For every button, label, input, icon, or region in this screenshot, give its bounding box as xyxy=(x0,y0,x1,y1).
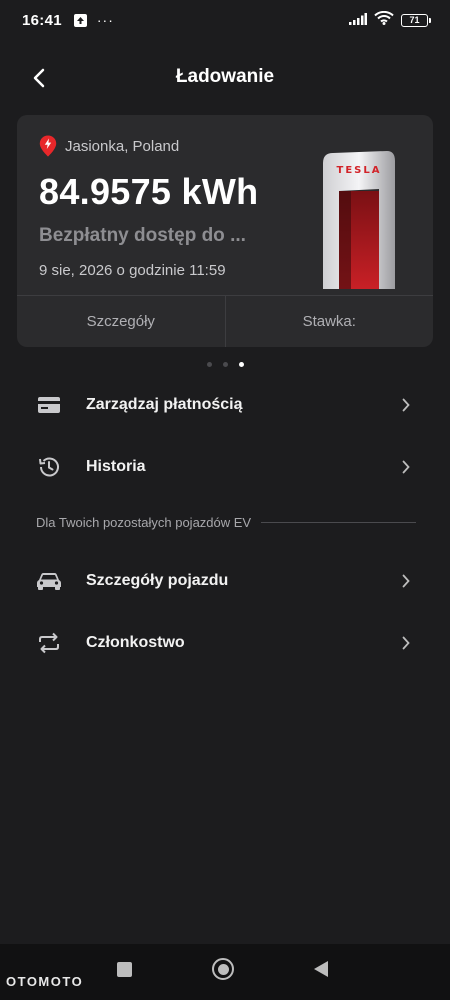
charging-session-card[interactable]: Jasionka, Poland 84.9575 kWh Bezpłatny d… xyxy=(17,115,433,347)
history-icon xyxy=(36,454,62,480)
chevron-right-icon xyxy=(400,573,412,589)
tesla-logo: TESLA xyxy=(337,165,382,176)
home-icon[interactable] xyxy=(212,958,234,980)
header: Ładowanie xyxy=(0,55,450,99)
access-text: Bezpłatny dostęp do ... xyxy=(39,225,246,246)
chevron-right-icon xyxy=(400,397,412,413)
back-triangle-icon[interactable] xyxy=(313,960,329,983)
status-time: 16:41 xyxy=(22,11,62,29)
card-footer: Szczegóły Stawka: xyxy=(17,295,433,347)
menu-item-payment[interactable]: Zarządzaj płatnością xyxy=(0,379,450,431)
rate-button[interactable]: Stawka: xyxy=(224,296,434,347)
system-nav-bar: OTOMOTO xyxy=(0,944,450,1000)
supercharger-image: TESLA xyxy=(323,151,395,289)
pager-dot[interactable] xyxy=(222,362,228,367)
upload-icon xyxy=(73,13,87,27)
charger-pin-icon xyxy=(39,135,57,157)
pager-dot-active[interactable] xyxy=(238,362,244,367)
session-date: 9 sie, 2026 o godzinie 11:59 xyxy=(39,262,226,279)
car-icon xyxy=(36,568,62,594)
status-bar: 16:41 ··· 71 xyxy=(0,0,450,40)
credit-card-icon xyxy=(36,392,62,418)
section-divider xyxy=(261,522,416,523)
recent-apps-icon[interactable] xyxy=(117,962,132,977)
card-pager xyxy=(0,362,450,367)
home-icon-inner xyxy=(217,963,229,975)
battery-icon: 71 xyxy=(401,13,431,27)
otomoto-watermark: OTOMOTO xyxy=(6,974,84,989)
pager-dot[interactable] xyxy=(206,362,212,367)
repeat-icon xyxy=(36,630,62,656)
energy-value: 84.9575 kWh xyxy=(39,171,259,212)
chevron-right-icon xyxy=(400,635,412,651)
menu-label: Członkostwo xyxy=(86,634,185,651)
section-label-text: Dla Twoich pozostałych pojazdów EV xyxy=(36,515,252,530)
menu-item-history[interactable]: Historia xyxy=(0,441,450,493)
location-row: Jasionka, Poland xyxy=(39,135,179,157)
back-button[interactable] xyxy=(24,63,54,93)
menu-label: Zarządzaj płatnością xyxy=(86,396,243,413)
chevron-right-icon xyxy=(400,459,412,475)
page-title: Ładowanie xyxy=(175,66,275,87)
section-label-other-evs: Dla Twoich pozostałych pojazdów EV xyxy=(36,515,416,530)
chevron-left-icon xyxy=(33,68,45,88)
location-text: Jasionka, Poland xyxy=(65,137,180,155)
details-button[interactable]: Szczegóły xyxy=(17,296,225,347)
wifi-icon xyxy=(374,10,394,29)
menu-item-membership[interactable]: Członkostwo xyxy=(0,617,450,669)
menu-label: Szczegóły pojazdu xyxy=(86,572,229,589)
menu-item-vehicle-details[interactable]: Szczegóły pojazdu xyxy=(0,555,450,607)
signal-icon xyxy=(349,12,367,29)
menu-label: Historia xyxy=(86,458,146,475)
more-notifications-icon: ··· xyxy=(96,12,114,28)
